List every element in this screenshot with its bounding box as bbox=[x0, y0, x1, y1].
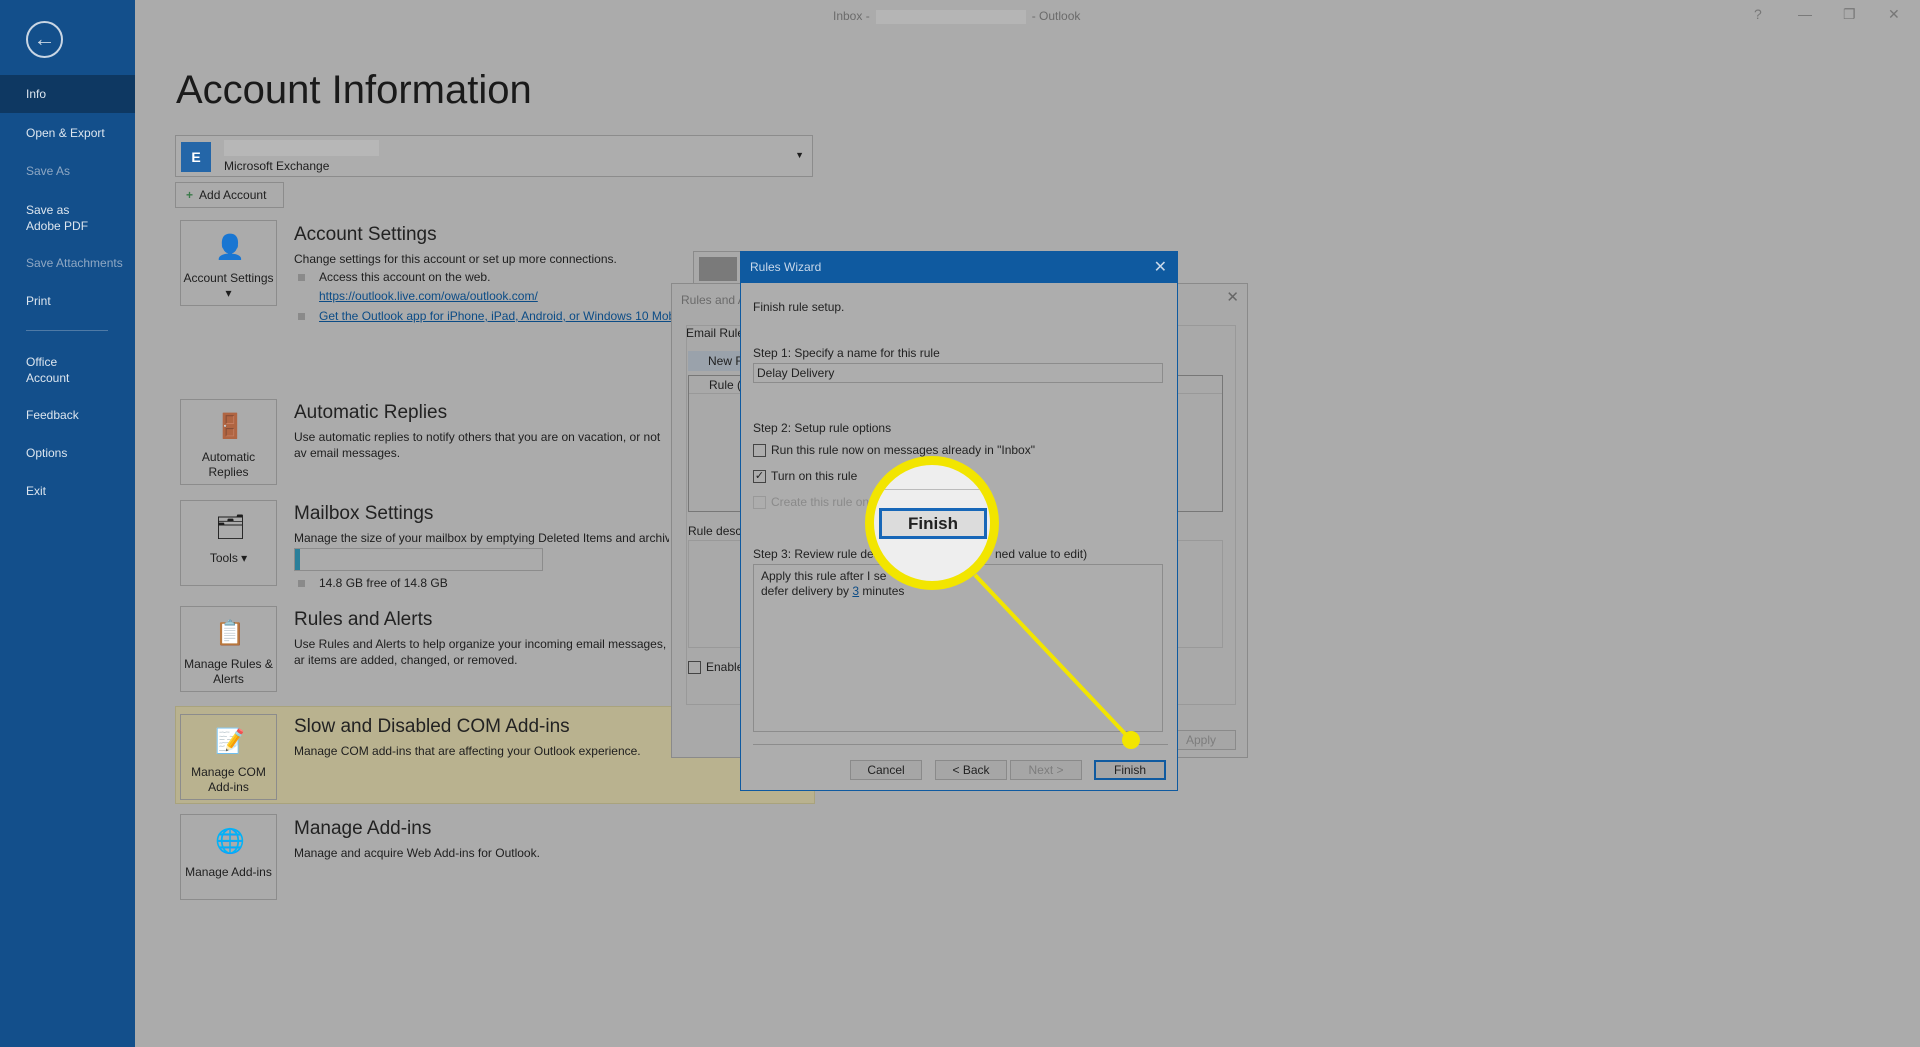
magnified-finish-button: Finish bbox=[879, 508, 987, 539]
callout-dot bbox=[1122, 731, 1140, 749]
magnifier-callout: Finish bbox=[865, 456, 999, 590]
callout-line bbox=[973, 573, 1133, 742]
